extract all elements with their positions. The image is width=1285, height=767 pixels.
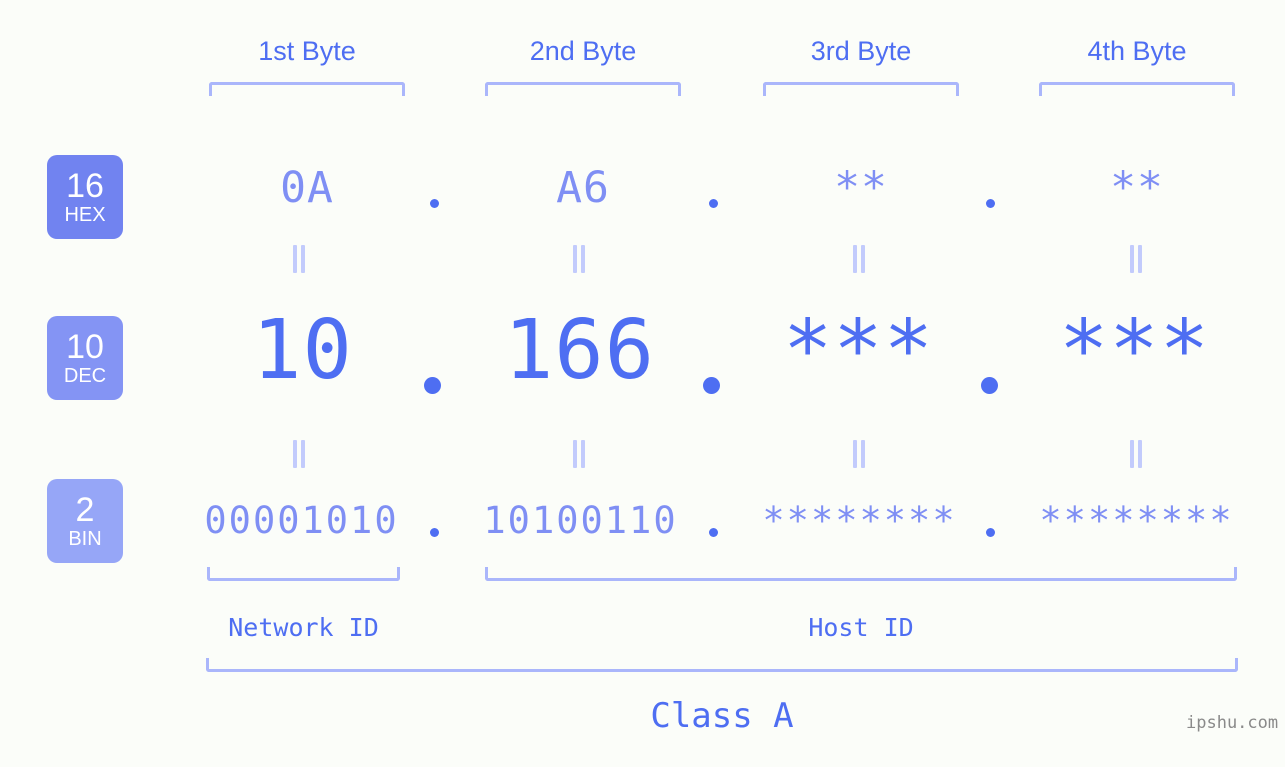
equals-marker-hex-dec-1 <box>291 245 307 273</box>
byte-bracket-1 <box>209 82 405 96</box>
dec-byte-2: 166 <box>503 303 656 398</box>
dec-dot-separator-1 <box>424 377 441 394</box>
dec-dot-separator-3 <box>981 377 998 394</box>
base-badge-dec: 10 DEC <box>47 316 123 400</box>
hex-dot-separator-1 <box>430 199 439 208</box>
ip-address-diagram: 1st Byte 2nd Byte 3rd Byte 4th Byte 16 H… <box>0 0 1285 767</box>
equals-marker-dec-bin-1 <box>291 440 307 468</box>
byte-header-label-1: 1st Byte <box>258 36 356 66</box>
network-id-label: Network ID <box>228 613 379 642</box>
base-badge-hex-number: 16 <box>66 167 104 205</box>
hex-byte-3: ** <box>834 163 888 213</box>
byte-bracket-2 <box>485 82 681 96</box>
byte-bracket-4 <box>1039 82 1235 96</box>
dec-byte-4: *** <box>1058 303 1211 398</box>
equals-marker-hex-dec-4 <box>1128 245 1144 273</box>
byte-header-label-4: 4th Byte <box>1087 36 1187 66</box>
base-badge-bin-number: 2 <box>75 491 95 529</box>
bin-byte-1: 00001010 <box>204 499 399 542</box>
equals-marker-dec-bin-2 <box>571 440 587 468</box>
byte-header-label-3: 3rd Byte <box>810 36 912 66</box>
bin-dot-separator-2 <box>709 528 718 537</box>
base-badge-dec-number: 10 <box>66 328 104 366</box>
class-label: Class A <box>650 696 794 736</box>
hex-byte-4: ** <box>1110 163 1164 213</box>
class-bracket <box>206 658 1238 672</box>
network-id-bracket <box>207 567 400 581</box>
hex-byte-2: A6 <box>556 163 610 213</box>
bin-dot-separator-1 <box>430 528 439 537</box>
equals-marker-hex-dec-3 <box>851 245 867 273</box>
base-badge-bin: 2 BIN <box>47 479 123 563</box>
dec-byte-3: *** <box>782 303 935 398</box>
equals-marker-dec-bin-4 <box>1128 440 1144 468</box>
bin-byte-4: ******** <box>1039 499 1234 542</box>
equals-marker-hex-dec-2 <box>571 245 587 273</box>
dec-byte-1: 10 <box>252 303 353 398</box>
hex-byte-1: 0A <box>280 163 334 213</box>
bin-byte-2: 10100110 <box>483 499 678 542</box>
host-id-bracket <box>485 567 1237 581</box>
bin-byte-3: ******** <box>762 499 957 542</box>
base-badge-hex-system: HEX <box>64 204 106 226</box>
base-badge-dec-system: DEC <box>63 365 107 387</box>
byte-header-label-2: 2nd Byte <box>529 36 637 66</box>
byte-bracket-3 <box>763 82 959 96</box>
equals-marker-dec-bin-3 <box>851 440 867 468</box>
base-badge-bin-system: BIN <box>68 528 102 550</box>
host-id-label: Host ID <box>808 613 914 642</box>
dec-dot-separator-2 <box>703 377 720 394</box>
site-watermark: ipshu.com <box>1186 713 1279 733</box>
bin-dot-separator-3 <box>986 528 995 537</box>
base-badge-hex: 16 HEX <box>47 155 123 239</box>
hex-dot-separator-3 <box>986 199 995 208</box>
hex-dot-separator-2 <box>709 199 718 208</box>
